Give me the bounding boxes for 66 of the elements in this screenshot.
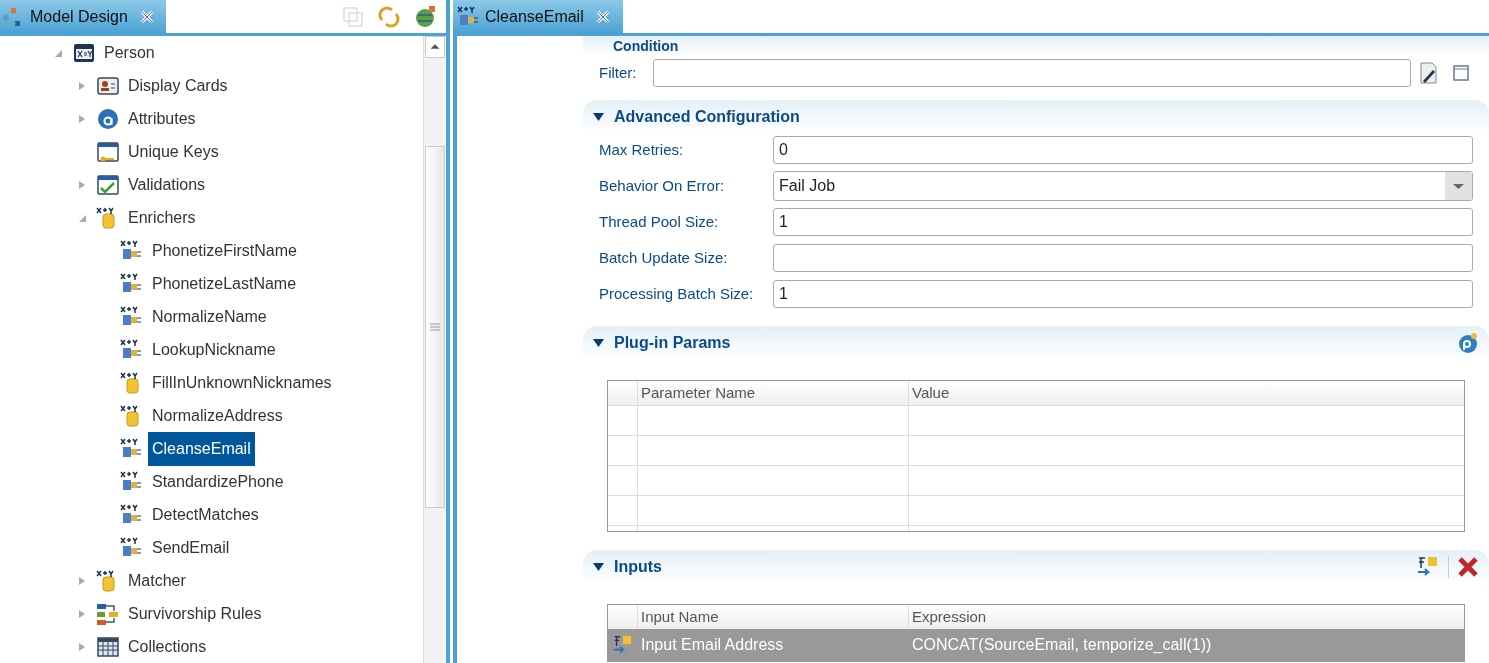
window-icon[interactable] — [1453, 65, 1469, 81]
scroll-thumb[interactable] — [424, 146, 445, 508]
collapse-arrow-icon[interactable] — [593, 339, 604, 347]
sync-icon[interactable] — [378, 5, 400, 28]
delete-icon[interactable] — [1457, 556, 1479, 578]
table-cell-text: CONCAT(SourceEmail, temporize_call(1)) — [911, 635, 1213, 655]
field-label: Processing Batch Size: — [599, 283, 755, 304]
text-field[interactable]: 1 — [773, 208, 1473, 236]
tree-item[interactable]: Person — [100, 36, 159, 70]
panel-tab[interactable]: Model Design — [0, 0, 166, 33]
tree-item[interactable]: NormalizeAddress — [148, 398, 287, 433]
grip-icon — [429, 323, 440, 331]
flow-blocks-icon — [96, 601, 120, 626]
tree-item[interactable]: Survivorship Rules — [124, 596, 266, 631]
close-icon[interactable] — [595, 9, 610, 24]
section-title: Plug-in Params — [614, 333, 731, 353]
field-label: Batch Update Size: — [599, 247, 729, 268]
copy-icon[interactable] — [342, 5, 364, 28]
info-bulb-icon[interactable] — [1457, 332, 1479, 354]
field-label: Behavior On Error: — [599, 175, 726, 196]
tree-item[interactable]: Attributes — [124, 101, 200, 136]
tree-item[interactable]: SendEmail — [148, 530, 234, 565]
tree-item[interactable]: Display Cards — [124, 68, 232, 103]
tree-item[interactable]: CleanseEmail — [148, 431, 255, 466]
tree-item[interactable]: StandardizePhone — [148, 464, 288, 499]
section-title: Advanced Configuration — [614, 107, 800, 127]
letter-a-icon — [96, 106, 120, 131]
text-field[interactable]: 0 — [773, 136, 1473, 164]
section-title: Inputs — [614, 557, 662, 577]
function-arrow-icon — [612, 634, 634, 656]
section-title: Condition — [613, 39, 679, 53]
tree-item[interactable]: DetectMatches — [148, 497, 263, 532]
table-cell-text: Input Email Address — [640, 635, 785, 655]
field-label: Filter: — [599, 62, 638, 83]
editor-tab[interactable]: CleanseEmail — [453, 0, 623, 33]
dropdown[interactable]: Fail Job — [773, 171, 1473, 201]
tree-item[interactable]: Collections — [124, 629, 211, 663]
tree-item[interactable]: Unique Keys — [124, 134, 223, 169]
field-label: Max Retries: — [599, 139, 685, 160]
filter-field[interactable] — [653, 59, 1411, 87]
tree-item[interactable]: Enrichers — [124, 200, 200, 235]
grid-icon — [96, 634, 120, 659]
collapse-arrow-icon[interactable] — [593, 113, 604, 121]
tree-item[interactable]: PhonetizeLastName — [148, 266, 301, 301]
tree-item[interactable]: NormalizeName — [148, 299, 271, 334]
tree-item[interactable]: PhonetizeFirstName — [148, 233, 301, 268]
edit-document-icon[interactable] — [1417, 61, 1439, 85]
column-header: Value — [911, 383, 951, 403]
window-check-icon — [96, 172, 120, 197]
collapse-arrow-icon[interactable] — [593, 563, 604, 571]
tree-item[interactable]: Validations — [124, 167, 210, 202]
tree-item[interactable]: LookupNickname — [148, 332, 280, 367]
window-key-icon — [96, 139, 120, 164]
scroll-up-icon[interactable] — [424, 36, 445, 58]
field-label: Thread Pool Size: — [599, 211, 720, 232]
tree-item[interactable]: FillInUnknownNicknames — [148, 365, 336, 400]
text-field[interactable]: 1 — [773, 280, 1473, 308]
column-header: Parameter Name — [638, 381, 909, 405]
column-header: Expression — [911, 607, 988, 627]
text-field[interactable] — [773, 244, 1473, 272]
tab-title: CleanseEmail — [485, 6, 584, 27]
scrollbar[interactable] — [423, 36, 445, 663]
close-icon[interactable] — [139, 9, 154, 24]
globe-icon[interactable] — [414, 4, 438, 29]
tab-title: Model Design — [30, 6, 128, 27]
tree-item[interactable]: Matcher — [124, 563, 190, 598]
